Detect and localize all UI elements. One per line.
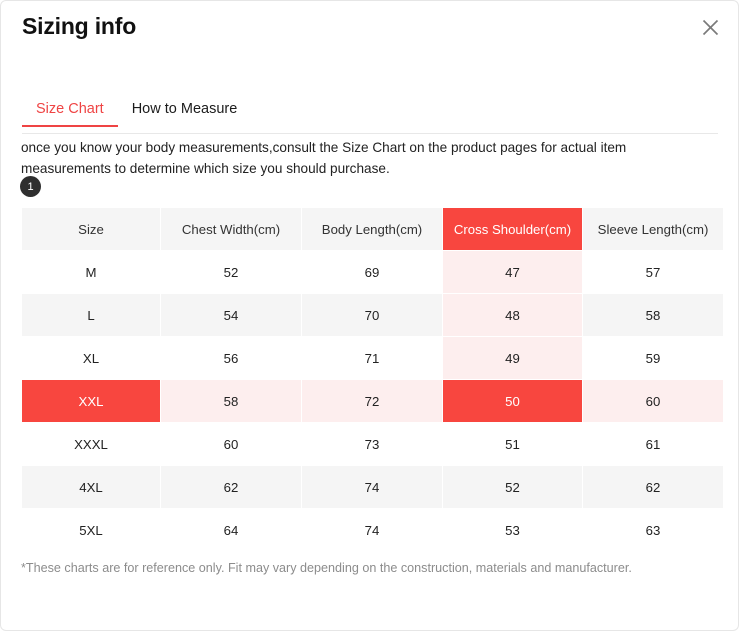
table-row[interactable]: XXXL 60 73 51 61 (22, 423, 723, 465)
column-header-cross-shoulder: Cross Shoulder(cm) (443, 208, 582, 250)
column-header-chest-width: Chest Width(cm) (161, 208, 301, 250)
table-row-selected[interactable]: XXL 58 72 50 60 (22, 380, 723, 422)
tabs-divider (22, 133, 718, 134)
cell-shoulder: 48 (443, 294, 582, 336)
table-row[interactable]: 5XL 64 74 53 63 (22, 509, 723, 551)
size-chart-table: Size Chest Width(cm) Body Length(cm) Cro… (21, 207, 724, 552)
cell-chest: 58 (161, 380, 301, 422)
cell-body: 74 (302, 466, 442, 508)
cell-body: 70 (302, 294, 442, 336)
cell-sleeve: 60 (583, 380, 723, 422)
cell-shoulder: 52 (443, 466, 582, 508)
cell-body: 73 (302, 423, 442, 465)
cell-size: L (22, 294, 160, 336)
cell-size: XL (22, 337, 160, 379)
cell-body: 69 (302, 251, 442, 293)
footnote-text: *These charts are for reference only. Fi… (21, 561, 632, 575)
cell-body: 72 (302, 380, 442, 422)
step-badge: 1 (20, 176, 41, 197)
table-row[interactable]: 4XL 62 74 52 62 (22, 466, 723, 508)
tab-size-chart-label: Size Chart (36, 101, 104, 117)
cell-chest: 64 (161, 509, 301, 551)
cell-body: 71 (302, 337, 442, 379)
cell-size: 4XL (22, 466, 160, 508)
cell-chest: 52 (161, 251, 301, 293)
cell-chest: 54 (161, 294, 301, 336)
cell-size: XXXL (22, 423, 160, 465)
cell-size: XXL (22, 380, 160, 422)
cell-chest: 62 (161, 466, 301, 508)
cell-sleeve: 63 (583, 509, 723, 551)
cell-body: 74 (302, 509, 442, 551)
cell-sleeve: 59 (583, 337, 723, 379)
cell-size: M (22, 251, 160, 293)
close-button[interactable] (695, 12, 725, 42)
cell-shoulder: 53 (443, 509, 582, 551)
table-row[interactable]: XL 56 71 49 59 (22, 337, 723, 379)
tab-how-to-measure[interactable]: How to Measure (118, 101, 252, 127)
description-text: once you know your body measurements,con… (21, 140, 627, 176)
column-header-size: Size (22, 208, 160, 250)
column-header-body-length: Body Length(cm) (302, 208, 442, 250)
tab-bar: Size Chart How to Measure (22, 101, 251, 127)
tab-size-chart[interactable]: Size Chart (22, 101, 118, 127)
cell-chest: 60 (161, 423, 301, 465)
table-row[interactable]: L 54 70 48 58 (22, 294, 723, 336)
cell-sleeve: 61 (583, 423, 723, 465)
cell-shoulder: 50 (443, 380, 582, 422)
close-icon (702, 19, 719, 36)
table-header-row: Size Chest Width(cm) Body Length(cm) Cro… (22, 208, 723, 250)
cell-sleeve: 62 (583, 466, 723, 508)
cell-chest: 56 (161, 337, 301, 379)
sizing-info-modal: Sizing info Size Chart How to Measure on… (0, 0, 739, 631)
cell-shoulder: 47 (443, 251, 582, 293)
cell-sleeve: 57 (583, 251, 723, 293)
tab-how-to-measure-label: How to Measure (131, 101, 238, 117)
page-title: Sizing info (22, 13, 137, 39)
cell-size: 5XL (22, 509, 160, 551)
cell-sleeve: 58 (583, 294, 723, 336)
cell-shoulder: 51 (443, 423, 582, 465)
table-row[interactable]: M 52 69 47 57 (22, 251, 723, 293)
column-header-sleeve-length: Sleeve Length(cm) (583, 208, 723, 250)
cell-shoulder: 49 (443, 337, 582, 379)
